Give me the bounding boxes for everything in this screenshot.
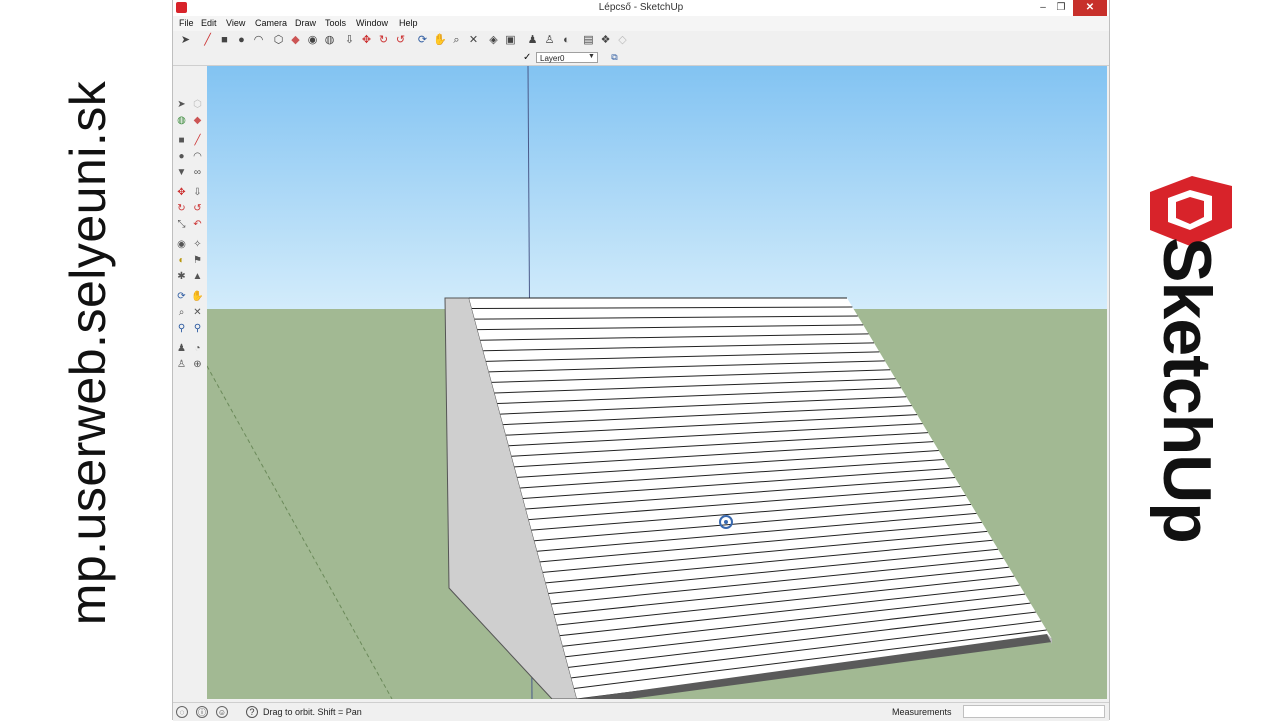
main-toolbar: ➤ ╱ ■ ● ◠ ⬡ ◆ ◉ ◍ ⇩ ✥ ↻ ↺ ⟳ ✋ ⌕ ✕ ◈ ▣ ♟ …: [173, 31, 1109, 52]
zoom-tool-icon[interactable]: ⌕: [450, 34, 463, 47]
lt-3dtext-icon[interactable]: ▲: [191, 270, 204, 283]
disabled-tool-icon: ◇: [618, 34, 627, 46]
lt-section-icon[interactable]: ⊕: [191, 358, 204, 371]
side-url-text: mp.userweb.selyeuni.sk: [60, 80, 116, 626]
lt-walk-icon[interactable]: ♙: [175, 358, 188, 371]
lt-select-icon[interactable]: ➤: [175, 98, 188, 111]
menu-view[interactable]: View: [226, 18, 245, 28]
measurements-label: Measurements: [892, 707, 952, 717]
paint-bucket-icon[interactable]: ◍: [323, 34, 336, 47]
title-bar: Lépcső - SketchUp – ❐ ✕: [173, 0, 1109, 16]
rotate-tool-icon[interactable]: ↻: [377, 34, 390, 47]
staircase-model[interactable]: [207, 66, 1107, 699]
chevron-down-icon[interactable]: ▼: [588, 53, 595, 60]
lt-look-around-icon[interactable]: ◔: [191, 342, 204, 355]
lt-circle-icon[interactable]: ●: [175, 150, 188, 163]
menu-tools[interactable]: Tools: [325, 18, 346, 28]
lt-paint-icon[interactable]: ◍: [175, 114, 188, 127]
lt-zoom-window-icon[interactable]: ✕: [191, 306, 204, 319]
close-button[interactable]: ✕: [1073, 0, 1107, 16]
line-tool-icon[interactable]: ╱: [201, 34, 214, 47]
lt-arc-icon[interactable]: ◠: [191, 150, 204, 163]
lt-eraser-icon[interactable]: ◆: [191, 114, 204, 127]
lt-zoom-icon[interactable]: ⌕: [175, 306, 188, 319]
lt-move-icon[interactable]: ✥: [175, 186, 188, 199]
eraser-tool-icon[interactable]: ◆: [289, 34, 302, 47]
move-tool-icon[interactable]: ✥: [360, 34, 373, 47]
menu-bar: File Edit View Camera Draw Tools Window …: [173, 16, 1109, 31]
lt-zoom-extents-icon[interactable]: ⚲: [191, 322, 204, 335]
menu-camera[interactable]: Camera: [255, 18, 287, 28]
look-around-icon[interactable]: ◐: [560, 34, 573, 47]
geo-location-icon[interactable]: ◌: [176, 706, 188, 718]
make-component-icon[interactable]: ⬡: [272, 34, 285, 47]
share-model-icon[interactable]: ▣: [504, 34, 517, 47]
lt-pan-icon[interactable]: ✋: [191, 290, 204, 303]
circle-tool-icon[interactable]: ●: [235, 34, 248, 47]
follow-me-icon[interactable]: ↺: [394, 34, 407, 47]
lt-scale-icon[interactable]: ⤡: [175, 218, 188, 231]
pan-tool-icon[interactable]: ✋: [433, 34, 447, 47]
help-icon[interactable]: ?: [246, 706, 258, 718]
lt-line-icon[interactable]: ╱: [191, 134, 204, 147]
walk-tool-icon[interactable]: ♙: [543, 34, 556, 47]
status-hint: Drag to orbit. Shift = Pan: [263, 707, 362, 717]
menu-file[interactable]: File: [179, 18, 194, 28]
lt-followme-icon[interactable]: ↺: [191, 202, 204, 215]
sketchup-window: Lépcső - SketchUp – ❐ ✕ File Edit View C…: [172, 0, 1110, 721]
lt-freehand-icon[interactable]: ∞: [191, 166, 204, 179]
model-viewport[interactable]: [207, 66, 1107, 699]
lt-polygon-icon[interactable]: ▼: [175, 166, 188, 179]
lt-orbit-icon[interactable]: ⟳: [175, 290, 188, 303]
side-url-banner: mp.userweb.selyeuni.sk: [0, 0, 172, 720]
user-icon[interactable]: ☺: [216, 706, 228, 718]
window-title: Lépcső - SketchUp: [598, 2, 684, 13]
warehouse-icon[interactable]: ▤: [582, 34, 595, 47]
menu-draw[interactable]: Draw: [295, 18, 316, 28]
lt-dimension-icon[interactable]: ✧: [191, 238, 204, 251]
lt-rotate-icon[interactable]: ↻: [175, 202, 188, 215]
layers-toolbar: ✓ Layer0 ▼ ⧉: [173, 51, 1109, 66]
lt-offset-icon[interactable]: ↶: [191, 218, 204, 231]
lt-position-camera-icon[interactable]: ♟: [175, 342, 188, 355]
status-bar: ◌ ⓘ ☺ ? Drag to orbit. Shift = Pan Measu…: [173, 702, 1109, 721]
current-layer-check-icon: ✓: [523, 52, 532, 63]
large-tool-set: ➤ ⬡ ◍ ◆ ■ ╱ ● ◠ ▼ ∞ ✥ ⇩ ↻ ↺ ⤡ ↶ ◉ ✧ ◐ ⚑ …: [173, 66, 208, 699]
position-camera-icon[interactable]: ♟: [526, 34, 539, 47]
zoom-extents-icon[interactable]: ✕: [467, 34, 480, 47]
menu-edit[interactable]: Edit: [201, 18, 217, 28]
menu-window[interactable]: Window: [356, 18, 388, 28]
orbit-tool-icon[interactable]: ⟳: [416, 34, 429, 47]
credits-icon[interactable]: ⓘ: [196, 706, 208, 718]
lt-component-icon[interactable]: ⬡: [191, 98, 204, 111]
lt-pushpull-icon[interactable]: ⇩: [191, 186, 204, 199]
lt-axes-icon[interactable]: ✱: [175, 270, 188, 283]
extension-icon[interactable]: ❖: [599, 34, 612, 47]
menu-help[interactable]: Help: [399, 18, 418, 28]
lt-previous-view-icon[interactable]: ⚲: [175, 322, 188, 335]
measurements-input[interactable]: [963, 705, 1105, 718]
tape-measure-icon[interactable]: ◉: [306, 34, 319, 47]
lt-tape-icon[interactable]: ◉: [175, 238, 188, 251]
arc-tool-icon[interactable]: ◠: [252, 34, 265, 47]
brand-wordmark: SketchUp: [1149, 237, 1225, 543]
rectangle-tool-icon[interactable]: ■: [218, 34, 231, 47]
lt-protractor-icon[interactable]: ◐: [175, 254, 188, 267]
minimize-button[interactable]: –: [1035, 0, 1051, 16]
push-pull-icon[interactable]: ⇩: [343, 34, 356, 47]
layer-manager-icon[interactable]: ⧉: [609, 52, 620, 63]
select-tool-icon[interactable]: ➤: [179, 34, 192, 47]
lt-rectangle-icon[interactable]: ■: [175, 134, 188, 147]
get-models-icon[interactable]: ◈: [487, 34, 500, 47]
lt-text-icon[interactable]: ⚑: [191, 254, 204, 267]
green-axis-line: [207, 365, 393, 699]
maximize-button[interactable]: ❐: [1053, 0, 1069, 16]
